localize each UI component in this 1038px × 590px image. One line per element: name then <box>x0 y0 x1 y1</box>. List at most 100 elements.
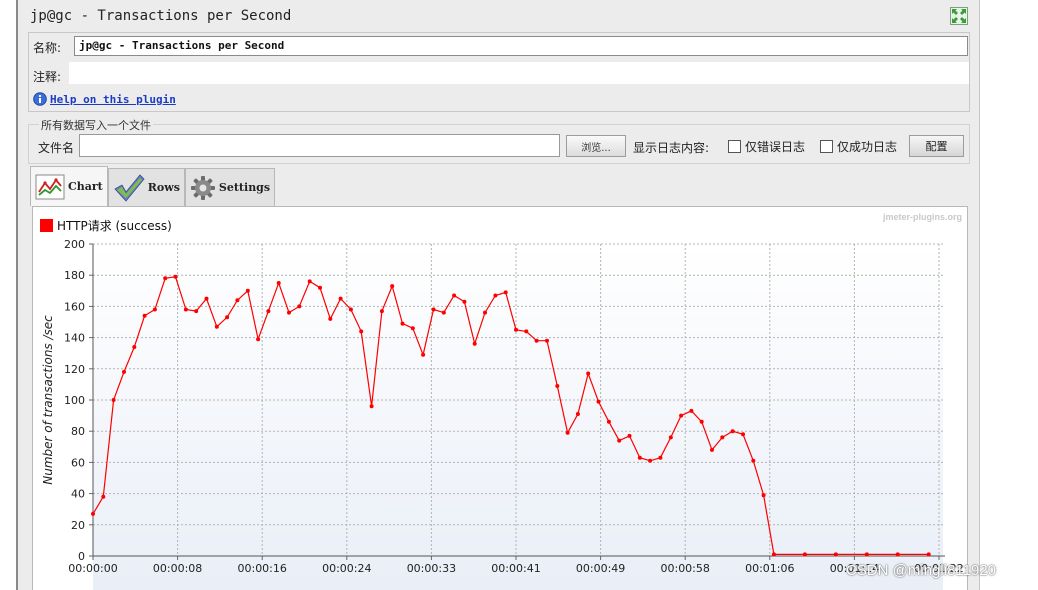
errors-only-label: 仅错误日志 <box>745 140 806 154</box>
checkbox-box[interactable] <box>728 140 741 153</box>
name-comment-section: 名称: jp@gc - Transactions per Second 注释: … <box>28 32 970 112</box>
expand-icon[interactable] <box>950 7 968 25</box>
help-row: Help on this plugin <box>33 92 176 106</box>
data-point <box>833 552 838 557</box>
data-point <box>730 429 735 434</box>
data-point <box>658 455 663 460</box>
data-point <box>287 310 291 315</box>
data-point <box>462 299 467 304</box>
data-point <box>183 307 188 312</box>
data-point <box>297 304 302 309</box>
data-point <box>225 315 230 320</box>
data-point <box>596 399 601 404</box>
data-point <box>307 279 312 284</box>
csdn-watermark: CSDN @mingli811920 <box>846 562 997 579</box>
data-point <box>617 438 622 443</box>
data-point <box>348 307 353 312</box>
name-input[interactable]: jp@gc - Transactions per Second <box>74 36 968 56</box>
data-point <box>679 413 684 418</box>
help-link[interactable]: Help on this plugin <box>50 93 176 106</box>
data-point <box>586 371 591 376</box>
data-point <box>379 309 384 314</box>
plugin-panel: jp@gc - Transactions per Second 名称: jp@g… <box>18 0 980 590</box>
x-tick-label: 00:00:00 <box>68 562 117 575</box>
info-icon <box>33 92 47 106</box>
tab-rows[interactable]: Rows <box>107 168 185 206</box>
plot-background <box>93 244 943 590</box>
tab-chart[interactable]: Chart <box>30 166 108 206</box>
data-point <box>514 327 518 332</box>
chart-watermark: jmeter-plugins.org <box>882 212 962 222</box>
x-tick-label: 00:00:33 <box>407 562 456 575</box>
data-point <box>266 309 271 314</box>
window-title: jp@gc - Transactions per Second <box>30 8 292 24</box>
data-point <box>534 338 539 343</box>
data-point <box>761 493 766 498</box>
data-point <box>668 435 673 440</box>
data-point <box>565 430 570 435</box>
data-point <box>276 281 281 285</box>
x-tick-label: 00:00:58 <box>660 562 709 575</box>
x-tick-label: 00:00:24 <box>322 562 371 575</box>
data-point <box>173 274 178 279</box>
data-point <box>627 433 632 438</box>
data-point <box>689 408 694 413</box>
tab-settings[interactable]: Settings <box>184 168 276 206</box>
data-point <box>771 552 776 557</box>
y-tick-label: 160 <box>64 300 85 313</box>
data-point <box>472 341 477 346</box>
name-label: 名称: <box>33 41 62 55</box>
write-to-file-group: 所有数据写入一个文件 文件名 浏览... 显示日志内容: 仅错误日志 仅成功日志… <box>28 117 970 164</box>
configure-button[interactable]: 配置 <box>909 135 964 157</box>
data-point <box>245 288 250 293</box>
y-tick-label: 100 <box>64 394 85 407</box>
comment-label: 注释: <box>33 70 62 84</box>
y-tick-label: 20 <box>71 519 85 532</box>
tab-chart-label: Chart <box>68 180 103 193</box>
data-point <box>524 329 529 334</box>
data-point <box>410 326 415 331</box>
data-point <box>142 313 147 318</box>
data-point <box>132 345 137 349</box>
data-point <box>431 307 436 312</box>
data-point <box>369 404 374 409</box>
chart-area: 0 20 40 60 80 100 120 140 160 180 200 00:00:00 00:00… <box>32 206 968 590</box>
y-axis-label: Number of transactions /sec <box>41 315 55 485</box>
data-point <box>421 352 426 357</box>
checkbox-box[interactable] <box>820 140 833 153</box>
y-tick-label: 80 <box>71 425 85 438</box>
data-point <box>503 290 508 295</box>
legend-swatch <box>40 219 53 232</box>
x-tick-label: 00:00:41 <box>491 562 540 575</box>
data-point <box>864 552 869 557</box>
data-point <box>452 293 457 298</box>
data-point <box>895 552 900 557</box>
data-point <box>256 337 261 342</box>
data-point <box>699 419 704 424</box>
tab-rows-label: Rows <box>147 181 180 194</box>
errors-only-checkbox[interactable]: 仅错误日志 <box>728 138 805 155</box>
data-point <box>648 458 653 463</box>
comment-input[interactable] <box>69 62 969 84</box>
data-point <box>359 329 364 334</box>
log-content-label: 显示日志内容: <box>633 141 710 155</box>
data-point <box>390 284 395 289</box>
checkmark-icon <box>114 173 145 202</box>
legend-label: HTTP请求 (success) <box>57 219 172 233</box>
tab-settings-label: Settings <box>218 181 271 194</box>
data-point <box>111 398 116 402</box>
y-tick-label: 200 <box>64 238 85 251</box>
data-point <box>606 419 611 424</box>
tab-bar: Chart Rows Settings <box>30 166 276 206</box>
browse-button[interactable]: 浏览... <box>566 135 626 157</box>
success-only-checkbox[interactable]: 仅成功日志 <box>820 138 897 155</box>
data-point <box>741 432 745 437</box>
data-point <box>122 369 126 374</box>
y-tick-label: 140 <box>64 332 85 345</box>
data-point <box>400 321 405 326</box>
data-point <box>163 276 168 281</box>
data-point <box>802 552 807 557</box>
filename-input[interactable] <box>79 134 560 157</box>
data-point <box>710 447 714 452</box>
data-point <box>926 552 931 557</box>
